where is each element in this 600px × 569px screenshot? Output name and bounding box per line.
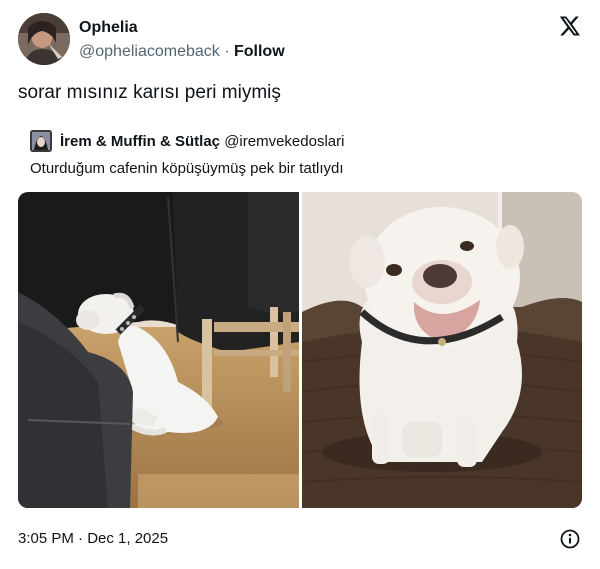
user-avatar: [18, 13, 70, 65]
author-handle-line: @opheliacomeback · Follow: [79, 42, 285, 62]
tweet-footer: 3:05 PM · Dec 1, 2025: [18, 528, 582, 550]
author-handle[interactable]: @opheliacomeback: [79, 43, 220, 60]
quoted-display-name[interactable]: İrem & Muffin & Sütlaç: [60, 133, 220, 150]
timestamp[interactable]: 3:05 PM · Dec 1, 2025: [18, 528, 582, 550]
quoted-avatar-icon: [30, 130, 52, 152]
author-name-block: Ophelia @opheliacomeback · Follow: [79, 18, 285, 62]
info-icon[interactable]: [560, 529, 580, 549]
tweet-header: Ophelia @opheliacomeback · Follow: [18, 13, 582, 67]
quoted-handle[interactable]: @iremvekedoslari: [224, 133, 344, 150]
media-grid: [18, 192, 582, 508]
author-display-name[interactable]: Ophelia: [79, 18, 285, 38]
tweet-text: sorar mısınız karısı peri miymiş: [18, 82, 281, 103]
quoted-author-line: İrem & Muffin & Sütlaç @iremvekedoslari: [60, 133, 344, 151]
photo-dog-bed[interactable]: [301, 192, 582, 508]
photo-dog-cafe[interactable]: [18, 192, 304, 508]
quoted-tweet[interactable]: İrem & Muffin & Sütlaç @iremvekedoslari …: [18, 121, 582, 185]
quoted-text: Oturduğum cafenin köpüşüymüş pek bir tat…: [30, 160, 344, 177]
follow-button[interactable]: Follow: [234, 43, 285, 60]
x-logo-icon[interactable]: [558, 14, 582, 38]
handle-separator: ·: [219, 43, 234, 60]
quoted-author-avatar: [30, 130, 52, 152]
author-avatar[interactable]: [18, 13, 70, 65]
